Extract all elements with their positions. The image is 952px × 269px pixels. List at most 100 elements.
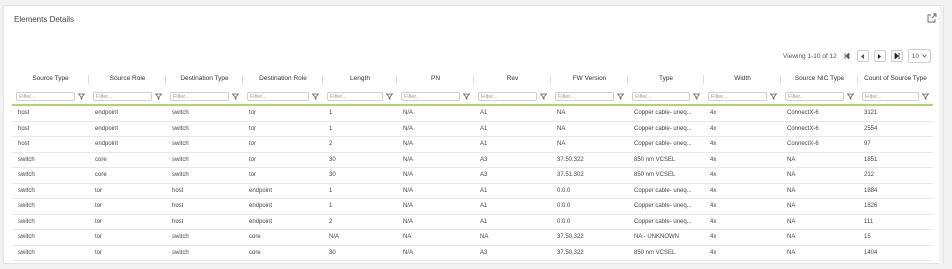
table-cell: NA <box>557 110 566 116</box>
table-cell: NA <box>787 249 796 256</box>
column-header[interactable]: Destination Type <box>166 70 243 88</box>
table-cell: tor <box>249 110 257 116</box>
table-cell: 37.50.322 <box>557 156 584 163</box>
filter-icon[interactable] <box>693 93 700 100</box>
table-row[interactable]: host endpoint switch tor 1 N/A A1 NA Copper cabl… <box>12 106 933 122</box>
filter-input[interactable]: Filter... <box>16 91 75 101</box>
column-header[interactable]: Source Role <box>89 70 166 88</box>
table-cell: 0.0.0 <box>557 203 571 209</box>
vertical-scrollbar[interactable] <box>939 6 943 265</box>
filter-input[interactable]: Filter... <box>401 91 460 101</box>
table-cell: N/A <box>403 218 414 225</box>
column-header[interactable]: FW Version <box>551 70 628 88</box>
table-body: host endpoint switch tor 1 N/A A1 NA Copper cabl… <box>12 106 933 261</box>
filter-input[interactable]: Filter... <box>478 91 537 101</box>
filter-input[interactable]: Filter... <box>93 91 152 101</box>
filter-icon[interactable] <box>78 93 85 100</box>
table-cell: endpoint <box>95 141 119 147</box>
column-header[interactable]: PN <box>397 70 474 88</box>
table-cell: N/A <box>403 141 414 147</box>
filter-input[interactable]: Filter... <box>247 91 309 101</box>
table-cell: switch <box>172 156 189 163</box>
first-page-button[interactable] <box>842 51 852 61</box>
column-header[interactable]: Destination Role <box>243 70 323 88</box>
table-cell: switch <box>172 172 189 178</box>
filter-input[interactable]: Filter... <box>785 91 844 101</box>
filter-icon[interactable] <box>540 93 547 100</box>
filter-input[interactable]: Filter... <box>327 91 383 101</box>
column-header[interactable]: Type <box>628 70 704 88</box>
table-cell: 1884 <box>864 187 878 194</box>
table-cell: A3 <box>480 172 488 178</box>
table-row[interactable]: switch tor switch core N/A NA NA 37.50.322 NA - … <box>12 230 933 246</box>
column-header[interactable]: Width <box>704 70 781 88</box>
table-cell: host <box>18 110 30 116</box>
table-cell: 37.51.302 <box>557 172 584 178</box>
table-row[interactable]: switch tor host endpoint 1 N/A A1 0.0.0 Copper c… <box>12 199 933 215</box>
page-size-select[interactable]: 10 <box>907 49 931 63</box>
table-cell: 4x <box>710 125 717 132</box>
last-page-button[interactable] <box>890 50 903 62</box>
table-cell: switch <box>172 125 189 132</box>
table-cell: N/A <box>403 172 414 178</box>
expand-icon[interactable] <box>927 13 937 23</box>
filter-icon[interactable] <box>232 93 239 100</box>
column-header[interactable]: Source NIC Type <box>781 70 858 88</box>
filter-cell: Filter... <box>704 88 781 104</box>
filter-cell: Filter... <box>781 88 858 104</box>
table-cell: NA <box>787 172 796 178</box>
table-cell: 1 <box>329 125 333 132</box>
table-row[interactable]: switch core switch tor 30 N/A A3 37.50.322 850 n… <box>12 153 933 168</box>
table-cell: switch <box>172 234 189 240</box>
table-cell: 850 nm VCSEL <box>634 156 676 163</box>
next-page-button[interactable] <box>873 50 886 62</box>
column-header[interactable]: Rev <box>474 70 551 88</box>
table-cell: core <box>249 249 261 256</box>
table-cell: 30 <box>329 249 336 256</box>
table-cell: 4x <box>710 141 717 147</box>
filter-cell: Filter... <box>551 88 628 104</box>
table-cell: switch <box>172 110 189 116</box>
prev-page-button[interactable] <box>856 50 869 62</box>
table-cell: Copper cable- uneq... <box>634 203 692 209</box>
filter-icon[interactable] <box>617 93 624 100</box>
table-cell: switch <box>18 218 35 225</box>
table-cell: switch <box>18 234 35 240</box>
filter-icon[interactable] <box>463 93 470 100</box>
table-cell: A1 <box>480 187 488 194</box>
table-cell: switch <box>18 187 35 194</box>
filter-input[interactable]: Filter... <box>170 91 229 101</box>
filter-icon[interactable] <box>312 93 319 100</box>
column-header[interactable]: Length <box>323 70 397 88</box>
table-cell: 0.0.0 <box>557 218 571 225</box>
elements-table: Source Type Source Role Destination Type De… <box>12 70 933 261</box>
table-row[interactable]: switch tor host endpoint 1 N/A A1 0.0.0 Copper c… <box>12 184 933 199</box>
filter-input[interactable]: Filter... <box>555 91 614 101</box>
table-row[interactable]: switch core switch tor 30 N/A A3 37.51.302 850 n… <box>12 168 933 184</box>
table-cell: endpoint <box>249 187 273 194</box>
table-row[interactable]: host endpoint switch tor 1 N/A A1 NA Copper cabl… <box>12 122 933 137</box>
table-cell: 4x <box>710 218 717 225</box>
filter-input[interactable]: Filter... <box>862 91 919 101</box>
panel-title: Elements Details <box>14 15 75 24</box>
column-header[interactable]: Count of Source Type <box>858 70 933 88</box>
filter-input[interactable]: Filter... <box>708 91 767 101</box>
last-page-icon <box>894 53 900 59</box>
table-cell: 4x <box>710 234 717 240</box>
column-header[interactable]: Source Type <box>12 70 89 88</box>
table-cell: A3 <box>480 156 488 163</box>
table-cell: 1 <box>329 110 333 116</box>
table-row[interactable]: switch tor switch core 30 N/A A3 37.50.322 850 n… <box>12 246 933 261</box>
table-row[interactable]: switch tor host endpoint 2 N/A A1 0.0.0 Copper c… <box>12 215 933 230</box>
table-row[interactable]: host endpoint switch tor 2 N/A A1 NA Copper cabl… <box>12 137 933 153</box>
filter-input[interactable]: Filter... <box>632 91 690 101</box>
filter-icon[interactable] <box>386 93 393 100</box>
table-cell: Copper cable- uneq... <box>634 110 692 116</box>
filter-icon[interactable] <box>847 93 854 100</box>
filter-icon[interactable] <box>922 93 929 100</box>
filter-icon[interactable] <box>155 93 162 100</box>
table-cell: N/A <box>329 234 340 240</box>
filter-icon[interactable] <box>770 93 777 100</box>
filter-cell: Filter... <box>628 88 704 104</box>
table-cell: 3121 <box>864 110 878 116</box>
